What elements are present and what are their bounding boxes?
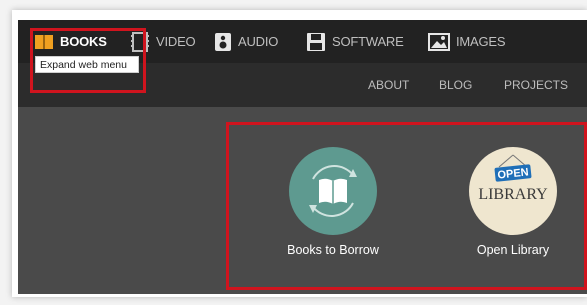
speaker-icon <box>214 32 232 52</box>
nav-item-audio-label: AUDIO <box>238 34 279 49</box>
nav-item-images[interactable]: IMAGES <box>428 20 506 63</box>
nav-item-books-label: BOOKS <box>60 34 107 49</box>
nav-link-about[interactable]: ABOUT <box>368 63 409 107</box>
tile-books-to-borrow[interactable]: Books to Borrow <box>278 147 388 267</box>
books-to-borrow-circle <box>289 147 377 235</box>
nav-item-video[interactable]: VIDEO <box>130 20 196 63</box>
tile-open-library[interactable]: OPEN LIBRARY Open Library <box>458 147 568 267</box>
svg-text:OPEN: OPEN <box>497 166 529 181</box>
nav-item-software[interactable]: SOFTWARE <box>306 20 404 63</box>
svg-text:LIBRARY: LIBRARY <box>478 186 548 203</box>
nav-item-video-label: VIDEO <box>156 34 196 49</box>
nav-item-images-label: IMAGES <box>456 34 506 49</box>
floppy-disk-icon <box>306 32 326 52</box>
nav-link-blog[interactable]: BLOG <box>439 63 472 107</box>
tile-open-library-caption: Open Library <box>476 243 550 257</box>
nav-item-audio[interactable]: AUDIO <box>214 20 278 63</box>
tooltip: Expand web menu <box>35 56 139 73</box>
book-icon <box>34 34 54 50</box>
nav-link-projects[interactable]: PROJECTS <box>504 63 568 107</box>
film-icon <box>130 31 150 52</box>
open-library-logo: OPEN LIBRARY <box>469 147 557 235</box>
image-icon <box>428 32 450 51</box>
tile-books-to-borrow-caption: Books to Borrow <box>287 243 379 257</box>
nav-item-software-label: SOFTWARE <box>332 34 404 49</box>
